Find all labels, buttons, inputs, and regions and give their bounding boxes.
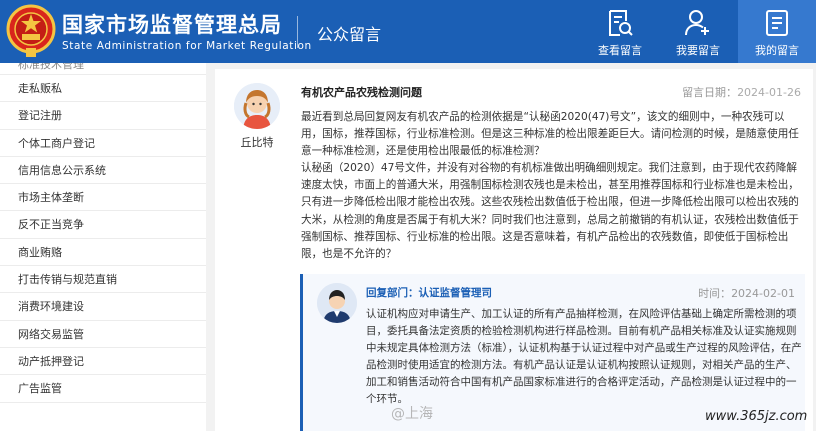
sidebar-item[interactable]: 动产抵押登记 (0, 348, 206, 376)
leave-message-label: 我要留言 (676, 44, 720, 57)
section-title: 公众留言 (317, 25, 382, 44)
sidebar-item[interactable]: 个体工商户登记 (0, 130, 206, 157)
my-messages-label: 我的留言 (755, 44, 799, 57)
view-messages-label: 查看留言 (598, 44, 642, 57)
view-messages-button[interactable]: 查看留言 (581, 0, 659, 63)
sidebar-item[interactable]: 广告监管 (0, 375, 206, 403)
user-avatar-icon (234, 83, 280, 129)
reply-department-value: 认证监督管理司 (418, 287, 493, 299)
message-paragraph: 最近看到总局回复网友有机农产品的检测依据是“认秘函2020(47)号文”，该文的… (301, 111, 799, 158)
sidebar-item[interactable]: 登记注册 (0, 102, 206, 130)
leave-message-button[interactable]: 我要留言 (659, 0, 737, 63)
sidebar-item[interactable]: 消费环境建设 (0, 293, 206, 321)
message-detail: 丘比特 有机农产品农残检测问题 留言日期：2024-01-26 最近看到总局回复… (215, 69, 813, 431)
reply-department: 回复部门：认证监督管理司 (366, 285, 492, 300)
user-avatar (234, 83, 280, 129)
user-add-icon (685, 10, 709, 36)
sidebar-item[interactable]: 反不正当竞争 (0, 211, 206, 239)
message-date: 留言日期：2024-01-26 (682, 84, 801, 100)
reply-date-label: 时间： (698, 287, 732, 300)
message-list-icon (766, 10, 788, 36)
sidebar-item[interactable]: 走私贩私 (0, 75, 206, 103)
message-body: 最近看到总局回复网友有机农产品的检测依据是“认秘函2020(47)号文”，该文的… (301, 109, 801, 263)
sidebar-item[interactable]: 打击传销与规范直销 (0, 266, 206, 294)
reply-box: 回复部门：认证监督管理司 时间：2024-02-01 认证机构应对申请生产、加工… (300, 274, 805, 431)
site-header: 国家市场监督管理总局 State Administration for Mark… (0, 0, 816, 63)
user-name: 丘比特 (240, 136, 274, 149)
message-paragraph: 认秘函（2020）47号文件，并没有对谷物的有机标准做出明确细则规定。我们注意到… (301, 162, 799, 260)
site-watermark: www.365jz.com (705, 409, 808, 424)
reply-body: 认证机构应对申请生产、加工认证的所有产品抽样检测，在风险评估基础上确定所需检测的… (366, 308, 802, 406)
header-divider (297, 16, 298, 48)
weibo-watermark: @上海 (391, 406, 433, 422)
sidebar-item[interactable]: 市场主体垄断 (0, 184, 206, 212)
site-title[interactable]: 国家市场监督管理总局 (62, 9, 282, 39)
category-sidebar: 标准技术管理 走私贩私 登记注册 个体工商户登记 信用信息公示系统 市场主体垄断… (0, 63, 206, 431)
sidebar-item[interactable]: 商业贿赂 (0, 239, 206, 267)
sidebar-item[interactable]: 信用信息公示系统 (0, 157, 206, 185)
official-avatar (317, 283, 357, 323)
search-document-icon (609, 10, 633, 36)
national-emblem-icon (6, 4, 56, 57)
official-avatar-icon (317, 283, 357, 323)
reply-date: 时间：2024-02-01 (698, 285, 795, 301)
site-subtitle: State Administration for Market Regulati… (62, 40, 312, 52)
reply-date-value: 2024-02-01 (731, 287, 795, 300)
sidebar-item[interactable]: 网络交易监管 (0, 321, 206, 348)
message-title: 有机农产品农残检测问题 (301, 86, 422, 99)
message-date-label: 留言日期： (682, 86, 738, 99)
my-messages-button[interactable]: 我的留言 (738, 0, 816, 63)
sidebar-item[interactable]: 标准技术管理 (0, 63, 206, 75)
reply-department-label: 回复部门： (366, 287, 419, 299)
message-date-value: 2024-01-26 (737, 86, 801, 99)
